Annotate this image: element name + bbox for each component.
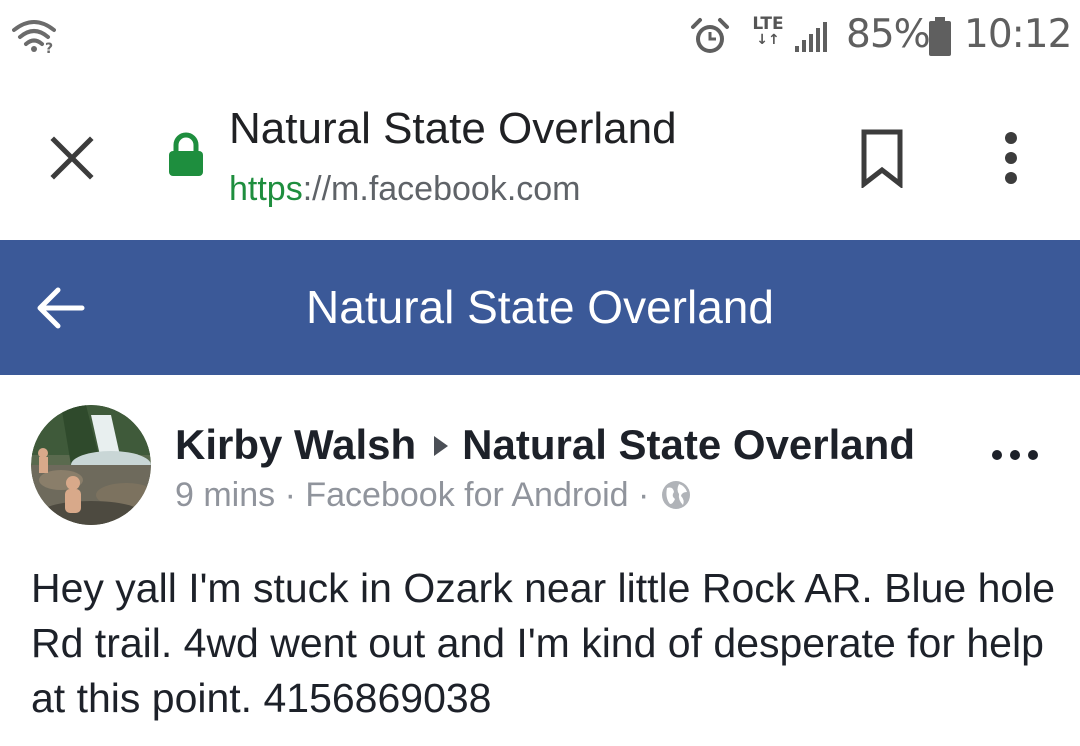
signal-icon xyxy=(795,22,827,52)
post-time[interactable]: 9 mins xyxy=(175,476,275,514)
url-scheme: https xyxy=(229,170,303,208)
wifi-icon: ? xyxy=(12,20,56,54)
lock-icon xyxy=(169,132,203,176)
post-source: Facebook for Android xyxy=(305,476,629,514)
avatar[interactable] xyxy=(31,405,151,525)
svg-text:?: ? xyxy=(45,41,53,54)
bookmark-icon[interactable] xyxy=(852,128,912,188)
clock: 10:12 xyxy=(964,12,1072,57)
data-arrows-icon: ↓↑ xyxy=(756,32,780,48)
author-name[interactable]: Kirby Walsh xyxy=(175,421,416,468)
network-label: LTE xyxy=(752,14,784,34)
post-header: Kirby Walsh Natural State Overland xyxy=(175,421,915,469)
post-meta: 9 mins · Facebook for Android · xyxy=(175,476,691,515)
url-host: ://m.facebook.com xyxy=(302,170,581,208)
group-name[interactable]: Natural State Overland xyxy=(462,421,915,468)
post: Kirby Walsh Natural State Overland 9 mins… xyxy=(0,375,1080,746)
close-icon[interactable] xyxy=(44,130,100,186)
caret-right-icon xyxy=(434,435,449,456)
battery-icon xyxy=(929,17,951,56)
page-url: https://m.facebook.com xyxy=(229,170,581,209)
alarm-icon xyxy=(691,18,729,53)
custom-tab-toolbar: Natural State Overland https://m.faceboo… xyxy=(0,78,1080,240)
fb-header-title: Natural State Overland xyxy=(306,281,774,333)
battery-percent: 85% xyxy=(846,12,931,57)
meta-separator: · xyxy=(284,476,296,514)
more-vert-icon[interactable] xyxy=(986,128,1036,188)
meta-separator: · xyxy=(638,476,650,514)
status-bar: ? LTE ↓↑ 85% 10:12 xyxy=(0,0,1080,78)
fb-header: Natural State Overland xyxy=(0,240,1080,375)
lte-icon: LTE ↓↑ xyxy=(748,16,788,52)
more-horiz-icon[interactable] xyxy=(988,443,1042,467)
post-body: Hey yall I'm stuck in Ozark near little … xyxy=(31,565,1056,721)
page-title: Natural State Overland xyxy=(229,104,677,153)
globe-icon xyxy=(661,481,690,509)
